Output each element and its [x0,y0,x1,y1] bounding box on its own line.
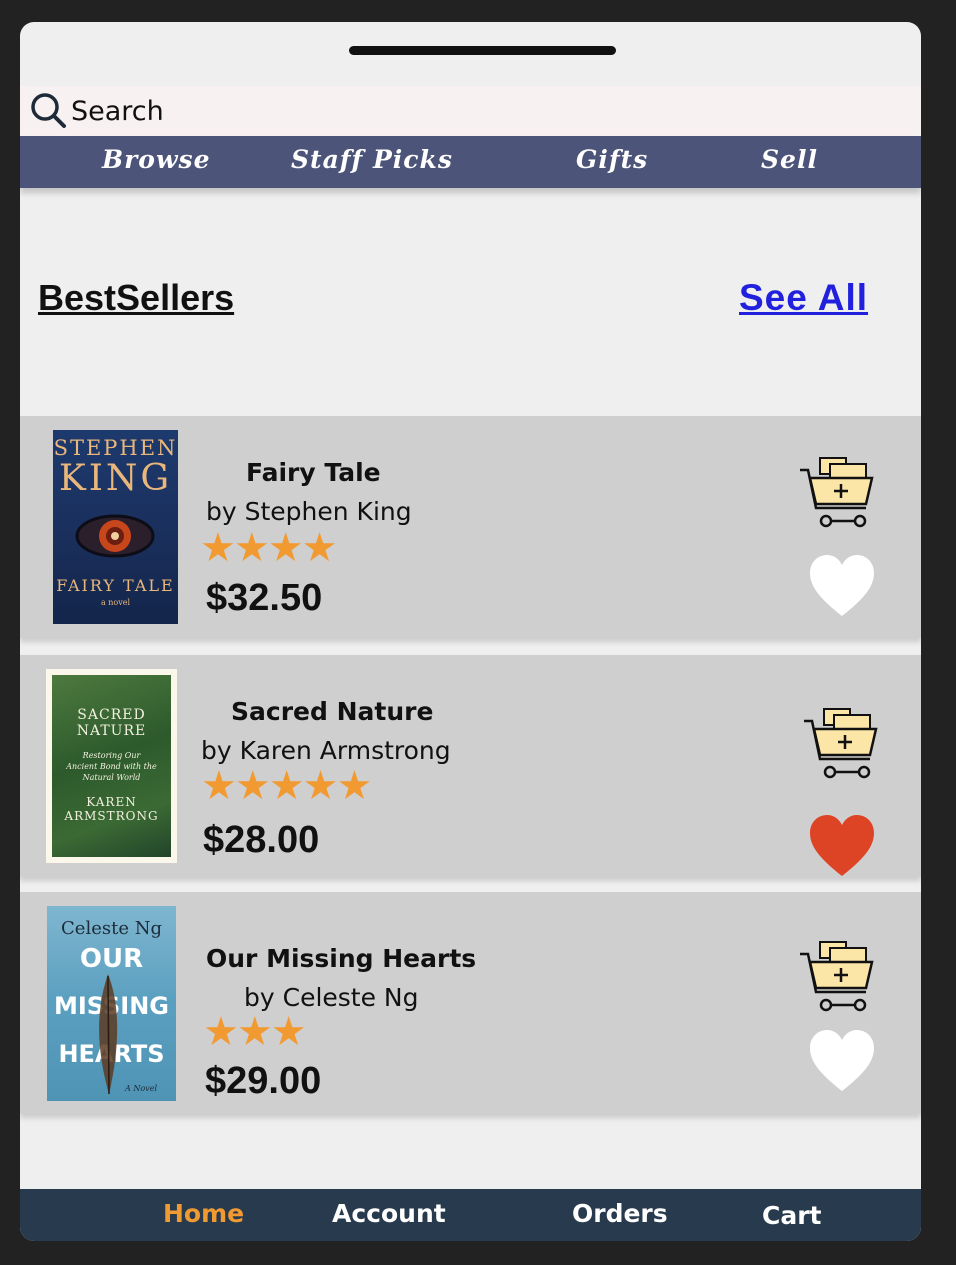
eye-illustration [75,514,155,558]
book-price: $29.00 [205,1060,322,1102]
book-cover-fairy-tale[interactable]: STEPHEN KING FAIRY TALE a novel [53,430,178,624]
search-placeholder[interactable]: Search [71,96,164,127]
favorite-heart-icon[interactable] [809,1029,875,1093]
tab-home[interactable]: Home [163,1199,244,1228]
star-rating: ★★★ [203,1009,307,1055]
book-card[interactable]: STEPHEN KING FAIRY TALE a novel Fairy Ta… [20,416,921,638]
cover-title-line2: NATURE [76,723,147,739]
book-card[interactable]: Celeste Ng OUR MISSING HEARTS A Novel Ou… [20,892,921,1114]
cover-author-name: KING [58,458,173,499]
device-notch [349,46,616,55]
cover-author-line: STEPHEN [53,436,178,460]
book-title[interactable]: Sacred Nature [231,697,433,726]
tab-orders[interactable]: Orders [572,1199,668,1228]
book-price: $32.50 [206,577,323,619]
category-nav: Browse Staff Picks Gifts Sell [20,136,921,188]
section-title: BestSellers [38,277,235,318]
search-bar[interactable]: Search [20,86,921,136]
cover-subtitle: a novel [100,598,131,607]
feather-illustration [99,974,118,1095]
app-screen: Search Browse Staff Picks Gifts Sell Bes… [20,22,921,1241]
book-cover-sacred-nature[interactable]: SACRED NATURE Restoring Our Ancient Bond… [46,669,177,863]
book-price: $28.00 [203,819,320,861]
book-author: by Stephen King [206,497,412,526]
tab-account[interactable]: Account [332,1199,446,1228]
cover-title-line1: SACRED [77,707,146,723]
cover-author-line1: KAREN [86,795,137,809]
nav-browse[interactable]: Browse [102,145,210,174]
star-rating: ★★★★★ [201,763,372,809]
nav-gifts[interactable]: Gifts [576,145,648,174]
search-icon[interactable] [30,92,68,130]
nav-staff-picks[interactable]: Staff Picks [291,145,453,174]
book-card[interactable]: SACRED NATURE Restoring Our Ancient Bond… [20,655,921,877]
see-all-link[interactable]: See All [739,277,868,319]
star-rating: ★★★★ [200,525,337,571]
cover-author-name: Celeste Ng [61,918,162,939]
book-author: by Celeste Ng [244,983,419,1012]
nav-sell[interactable]: Sell [761,145,818,174]
book-author: by Karen Armstrong [201,736,451,765]
add-to-cart-icon[interactable] [802,707,880,783]
cover-title: FAIRY TALE [56,576,175,595]
cover-subtitle: A Novel [125,1084,157,1093]
book-title[interactable]: Our Missing Hearts [206,944,476,973]
book-title[interactable]: Fairy Tale [246,458,381,487]
tab-cart[interactable]: Cart [762,1201,822,1230]
add-to-cart-icon[interactable] [798,456,876,532]
favorite-heart-icon[interactable] [809,814,875,878]
book-cover-our-missing-hearts[interactable]: Celeste Ng OUR MISSING HEARTS A Novel [47,906,176,1101]
favorite-heart-icon[interactable] [809,554,875,618]
cover-subtitle-line2: Ancient Bond with the [66,762,157,771]
cover-subtitle-line1: Restoring Our [82,751,141,760]
cover-title-line1: OUR [79,944,144,974]
cover-subtitle-line3: Natural World [82,773,141,782]
bottom-tab-bar: Home Account Orders Cart [20,1189,921,1241]
add-to-cart-icon[interactable] [798,940,876,1016]
cover-author-line2: ARMSTRONG [64,809,159,823]
